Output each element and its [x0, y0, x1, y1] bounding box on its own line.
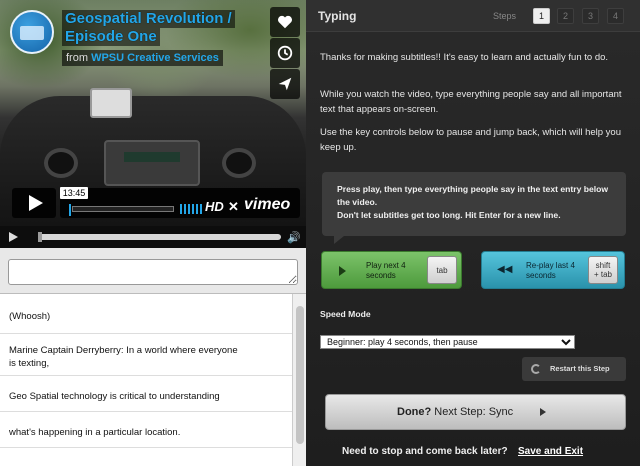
subtitle-text[interactable]: Geo Spatial technology is critical to un… [9, 391, 220, 402]
playback-strip: 🔊 [0, 226, 306, 248]
fullscreen-icon[interactable]: ✕ [228, 199, 239, 215]
video-frame-vent-right [222, 148, 256, 178]
intro-paragraph-3: Use the key controls below to pause and … [320, 127, 621, 153]
time-tooltip: 13:45 [60, 187, 88, 199]
step-4[interactable]: 4 [607, 8, 624, 24]
video-frame-vent-left [44, 148, 78, 178]
list-item[interactable]: Marine Captain Derryberry: In a world wh… [0, 334, 292, 376]
volume-icon[interactable]: 🔊 [287, 231, 301, 244]
video-play-button[interactable] [12, 188, 56, 218]
like-button[interactable] [270, 7, 300, 37]
subtitle-text[interactable]: is texting, [9, 358, 49, 369]
arrow-right-icon [540, 408, 546, 416]
scrollbar-thumb[interactable] [296, 306, 304, 444]
volume-bars-icon[interactable] [180, 204, 202, 214]
video-frame-radio [104, 140, 200, 186]
subtitle-text[interactable]: (Whoosh) [9, 311, 50, 322]
list-item[interactable]: Geo Spatial technology is critical to un… [0, 376, 292, 412]
speed-mode-label: Speed Mode [320, 309, 371, 319]
shift-tab-key: shift + tab [588, 256, 618, 284]
done-bold: Done? [397, 406, 432, 418]
video-frame-gps [90, 88, 132, 118]
video-byline: from WPSU Creative Services [62, 50, 223, 66]
channel-logo[interactable] [10, 10, 54, 54]
restart-step-button[interactable]: Restart this Step [522, 357, 626, 381]
vimeo-logo[interactable]: vimeo [244, 196, 290, 214]
video-title-line1[interactable]: Geospatial Revolution / [62, 10, 235, 28]
panel-title: Typing [318, 9, 357, 23]
key-tab: + tab [593, 270, 612, 279]
subtitle-entry-input[interactable] [8, 259, 298, 285]
key-shift: shift [595, 261, 611, 270]
replay-last-label: Re-play last 4 seconds [526, 261, 575, 280]
step-3[interactable]: 3 [582, 8, 599, 24]
strip-play-icon[interactable] [9, 232, 18, 242]
tab-key: tab [427, 256, 457, 284]
heart-icon [277, 15, 293, 29]
subtitle-entry-area [0, 248, 306, 294]
play-next-button[interactable]: Play next 4 seconds tab [321, 251, 462, 289]
done-label: Done? Next Step: Sync [397, 406, 513, 418]
video-title-line2[interactable]: Episode One [62, 28, 160, 46]
watch-later-button[interactable] [270, 38, 300, 68]
clock-icon [277, 45, 293, 61]
subtitle-editor: Geospatial Revolution / Episode One from… [0, 0, 640, 466]
step-1[interactable]: 1 [533, 8, 550, 24]
save-and-exit-link[interactable]: Save and Exit [518, 446, 583, 457]
subtitle-text[interactable]: Marine Captain Derryberry: In a world wh… [9, 345, 238, 356]
step-2[interactable]: 2 [557, 8, 574, 24]
byline-prefix: from [66, 52, 88, 64]
stop-prompt: Need to stop and come back later? [342, 446, 508, 457]
play-next-label: Play next 4 seconds [366, 261, 406, 280]
subtitle-list-scrollbar[interactable] [292, 294, 306, 466]
share-button[interactable] [270, 69, 300, 99]
done-next-step-button[interactable]: Done? Next Step: Sync [325, 394, 626, 430]
hd-toggle[interactable]: HD [205, 199, 224, 214]
subtitle-text[interactable]: what's happening in a particular locatio… [9, 427, 180, 438]
list-item[interactable]: (Whoosh) [0, 304, 292, 334]
tip-line-2: Don't let subtitles get too long. Hit En… [337, 210, 561, 220]
refresh-icon [531, 364, 541, 374]
restart-step-label: Restart this Step [550, 364, 610, 373]
speed-mode-select[interactable]: Beginner: play 4 seconds, then pause [320, 335, 575, 349]
instructions-panel: Typing Steps 1 2 3 4 Thanks for making s… [306, 0, 640, 466]
video-player[interactable]: Geospatial Revolution / Episode One from… [0, 0, 306, 226]
tip-line-1: Press play, then type everything people … [337, 184, 609, 207]
video-title[interactable]: Geospatial Revolution / Episode One [62, 10, 246, 46]
list-item[interactable]: what's happening in a particular locatio… [0, 412, 292, 448]
send-icon [278, 77, 292, 91]
intro-paragraph-2: While you watch the video, type everythi… [320, 89, 622, 115]
rewind-icon: ◀◀ [497, 264, 513, 275]
play-icon [339, 266, 346, 276]
strip-progress-handle[interactable] [38, 232, 42, 242]
done-rest: Next Step: Sync [431, 406, 514, 418]
steps-label: Steps [493, 11, 517, 21]
replay-last-button[interactable]: ◀◀ Re-play last 4 seconds shift + tab [481, 251, 625, 289]
subtitle-list: (Whoosh) Marine Captain Derryberry: In a… [0, 294, 306, 466]
strip-progress-track[interactable] [38, 234, 281, 240]
tip-callout: Press play, then type everything people … [322, 172, 626, 244]
panel-header: Typing Steps 1 2 3 4 [306, 0, 640, 32]
video-progress-bar[interactable] [69, 204, 174, 216]
byline-author-link[interactable]: WPSU Creative Services [91, 52, 219, 64]
intro-paragraph-1: Thanks for making subtitles!! It's easy … [320, 52, 609, 63]
